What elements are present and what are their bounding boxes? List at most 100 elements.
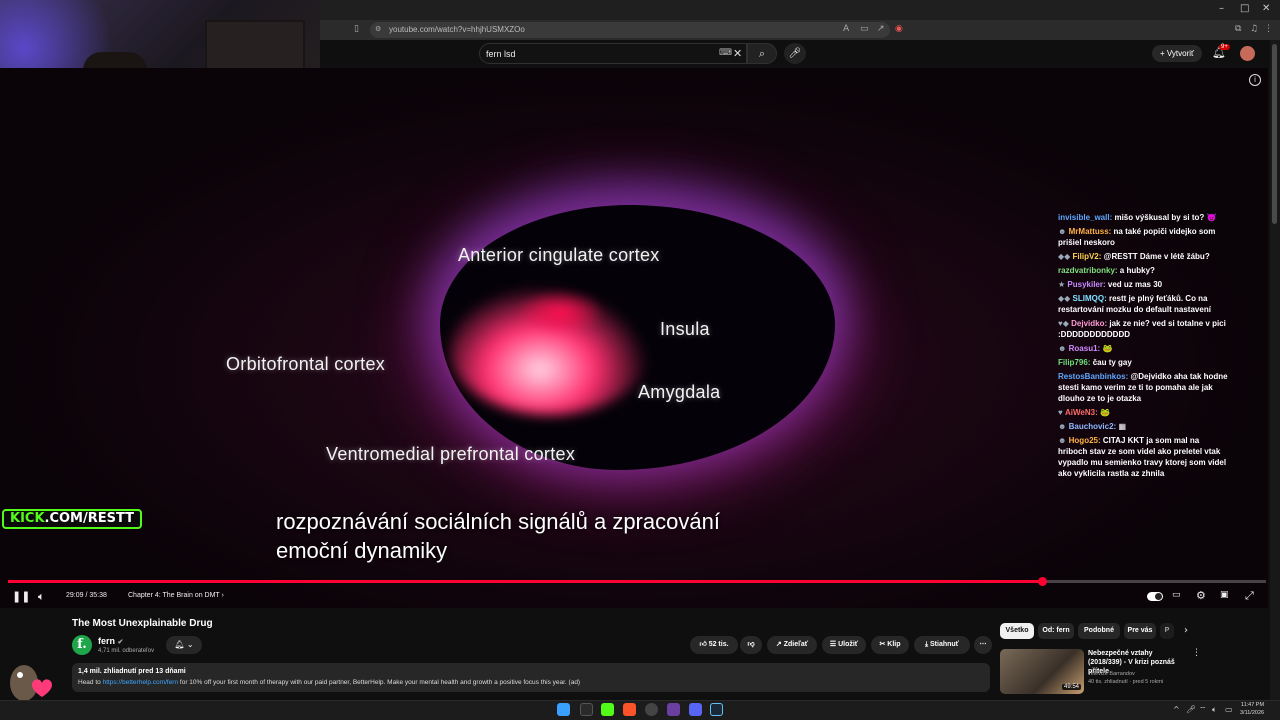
keyboard-icon[interactable]: ⌨ (719, 48, 732, 58)
search-value[interactable]: fern lsd (486, 49, 516, 59)
minimize-button[interactable]: – (1219, 3, 1224, 14)
chat-username[interactable]: FilipV2: (1073, 252, 1104, 261)
chat-text: a hubky? (1119, 266, 1155, 275)
app-icon-purple[interactable] (667, 703, 680, 716)
chat-text: ved uz mas 30 (1107, 280, 1163, 289)
progress-scrubber[interactable] (1038, 577, 1047, 586)
battery-icon[interactable]: ▭ (1225, 705, 1233, 714)
chat-username[interactable]: RestosBanbinkos: (1058, 372, 1130, 381)
translate-icon[interactable]: A (843, 24, 849, 34)
like-button[interactable]: 👍︎ 52 tis. (690, 636, 738, 654)
chat-badge-icon: ★ (1058, 280, 1068, 289)
menu-icon[interactable]: ⋮ (1264, 24, 1273, 34)
clip-button[interactable]: ✂ Klip (871, 636, 909, 654)
time-display: 29:09 / 35:38 (66, 592, 107, 599)
close-window-button[interactable]: ✕ (1262, 3, 1270, 14)
recommended-duration: 49:54 (1062, 684, 1082, 690)
site-info-icon[interactable]: ⚙ (375, 25, 381, 33)
chat-badge-icon: ♥ (1058, 408, 1065, 417)
chat-emote-icon: 🐸 (1099, 408, 1110, 417)
tray-chevron-icon[interactable]: ^ (1173, 705, 1180, 714)
fullscreen-icon[interactable]: ⤢ (1245, 589, 1254, 603)
share-page-icon[interactable]: ↗ (877, 24, 885, 34)
chat-username[interactable]: MrMattuss: (1069, 227, 1114, 236)
taskview-icon[interactable] (580, 703, 593, 716)
chat-badge-icon: ☻ (1058, 436, 1069, 445)
search-icon: ⌕ (758, 48, 766, 60)
search-button[interactable]: ⌕ (747, 43, 777, 64)
chat-username[interactable]: Roasu1: (1069, 344, 1103, 353)
mic-tray-icon[interactable]: 🎤︎ (1186, 705, 1196, 714)
extensions-icon[interactable]: ⧉ (1235, 24, 1241, 34)
bookmark-icon[interactable]: ▯ (354, 24, 359, 34)
share-button[interactable]: ↗ Zdieľať (767, 636, 817, 654)
dislike-button[interactable]: 👎︎ (740, 636, 762, 654)
media-icon[interactable]: ♫ (1250, 24, 1258, 34)
chip-all[interactable]: Všetko (1000, 623, 1034, 639)
speaker-icon[interactable]: 🔈︎ (1212, 705, 1217, 715)
chat-username[interactable]: SLIMQQ: (1073, 294, 1109, 303)
chat-username[interactable]: Hogo25: (1069, 436, 1103, 445)
save-label: Uložiť (838, 641, 859, 648)
maximize-button[interactable]: □ (1240, 3, 1249, 14)
volume-icon[interactable]: 🔈︎ (38, 590, 45, 604)
description-box[interactable] (72, 663, 990, 692)
chapter-title[interactable]: Chapter 4: The Brain on DMT › (128, 592, 224, 599)
chat-emote-icon: ▦ (1118, 422, 1126, 431)
chip-related[interactable]: Podobné (1078, 623, 1120, 639)
chat-text: mišo výškusal by si to? (1114, 213, 1207, 222)
clear-search-icon[interactable]: ✕ (733, 47, 742, 60)
kick-app-icon[interactable] (601, 703, 614, 716)
chat-username[interactable]: Pusykiler: (1067, 280, 1107, 289)
download-button[interactable]: ⤓ Stiahnuť (914, 636, 970, 654)
chat-badge-icon: ☻ (1058, 344, 1069, 353)
more-actions-button[interactable]: ⋯ (974, 636, 992, 654)
chips-next-icon[interactable]: › (1184, 625, 1188, 636)
chat-message: ♥ AiWeN3: 🐸 (1058, 407, 1230, 418)
clock[interactable]: 11:47 PM 3/11/2026 (1240, 701, 1264, 717)
pause-icon[interactable]: ❚❚ (12, 590, 30, 603)
kick-brand: KICK (10, 511, 45, 526)
chip-partial[interactable]: P (1160, 623, 1174, 639)
cast-icon[interactable]: ▭ (860, 24, 869, 34)
url-text[interactable]: youtube.com/watch?v=hhjhUSMXZOo (389, 25, 525, 34)
recommended-menu-icon[interactable]: ⋮ (1192, 648, 1201, 658)
wifi-icon[interactable]: ⌔ (1199, 705, 1207, 715)
chat-username[interactable]: AiWeN3: (1065, 408, 1100, 417)
settings-gear-icon[interactable]: ⚙ (1196, 589, 1206, 602)
miniplayer-icon[interactable]: ▣ (1220, 590, 1229, 600)
extension-icon[interactable]: ◉ (895, 24, 903, 34)
thumbs-up-icon: 👍︎ (699, 641, 709, 648)
label-anterior-cingulate: Anterior cingulate cortex (458, 245, 660, 265)
account-avatar[interactable] (1240, 46, 1255, 61)
chat-username[interactable]: Filip796: (1058, 358, 1093, 367)
steam-icon[interactable] (710, 703, 723, 716)
chat-username[interactable]: razdvatribonky: (1058, 266, 1120, 275)
save-icon: ☰ (829, 641, 839, 648)
subscribed-bell-button[interactable]: 🔔︎ ⌄ (166, 636, 202, 654)
start-icon[interactable] (557, 703, 570, 716)
description-link[interactable]: https://betterhelp.com/fern (103, 679, 179, 686)
save-button[interactable]: ☰ Uložiť (822, 636, 866, 654)
chip-from-channel[interactable]: Od: fern (1038, 623, 1074, 639)
chip-for-you[interactable]: Pre vás (1124, 623, 1156, 639)
channel-avatar[interactable]: f. (72, 635, 92, 655)
obs-icon[interactable] (645, 703, 658, 716)
scrollbar-thumb[interactable] (1272, 44, 1277, 224)
chat-message: ◆◆ SLIMQQ: restt je plný feťáků. Co na r… (1058, 293, 1230, 315)
info-icon[interactable]: i (1249, 74, 1261, 86)
create-button[interactable]: + Vytvoriť (1152, 45, 1202, 62)
autoplay-toggle[interactable] (1147, 592, 1163, 601)
subtitles-icon[interactable]: ▭ (1172, 590, 1181, 600)
voice-search-button[interactable]: 🎤︎ (784, 43, 806, 64)
discord-icon[interactable] (689, 703, 702, 716)
label-ventromedial: Ventromedial prefrontal cortex (326, 444, 576, 464)
brave-browser-icon[interactable] (623, 703, 636, 716)
chat-emote-icon: 😈 (1206, 213, 1217, 222)
channel-name[interactable]: fern ✔ (98, 636, 123, 646)
chat-username[interactable]: Bauchovic2: (1069, 422, 1119, 431)
search-input[interactable] (479, 43, 747, 64)
chat-username[interactable]: invisible_wall: (1058, 213, 1114, 222)
chat-username[interactable]: Dejvidko: (1071, 319, 1109, 328)
chat-message: ◆◆ FilipV2: @RESTT Dáme v létě žábu? (1058, 251, 1230, 262)
